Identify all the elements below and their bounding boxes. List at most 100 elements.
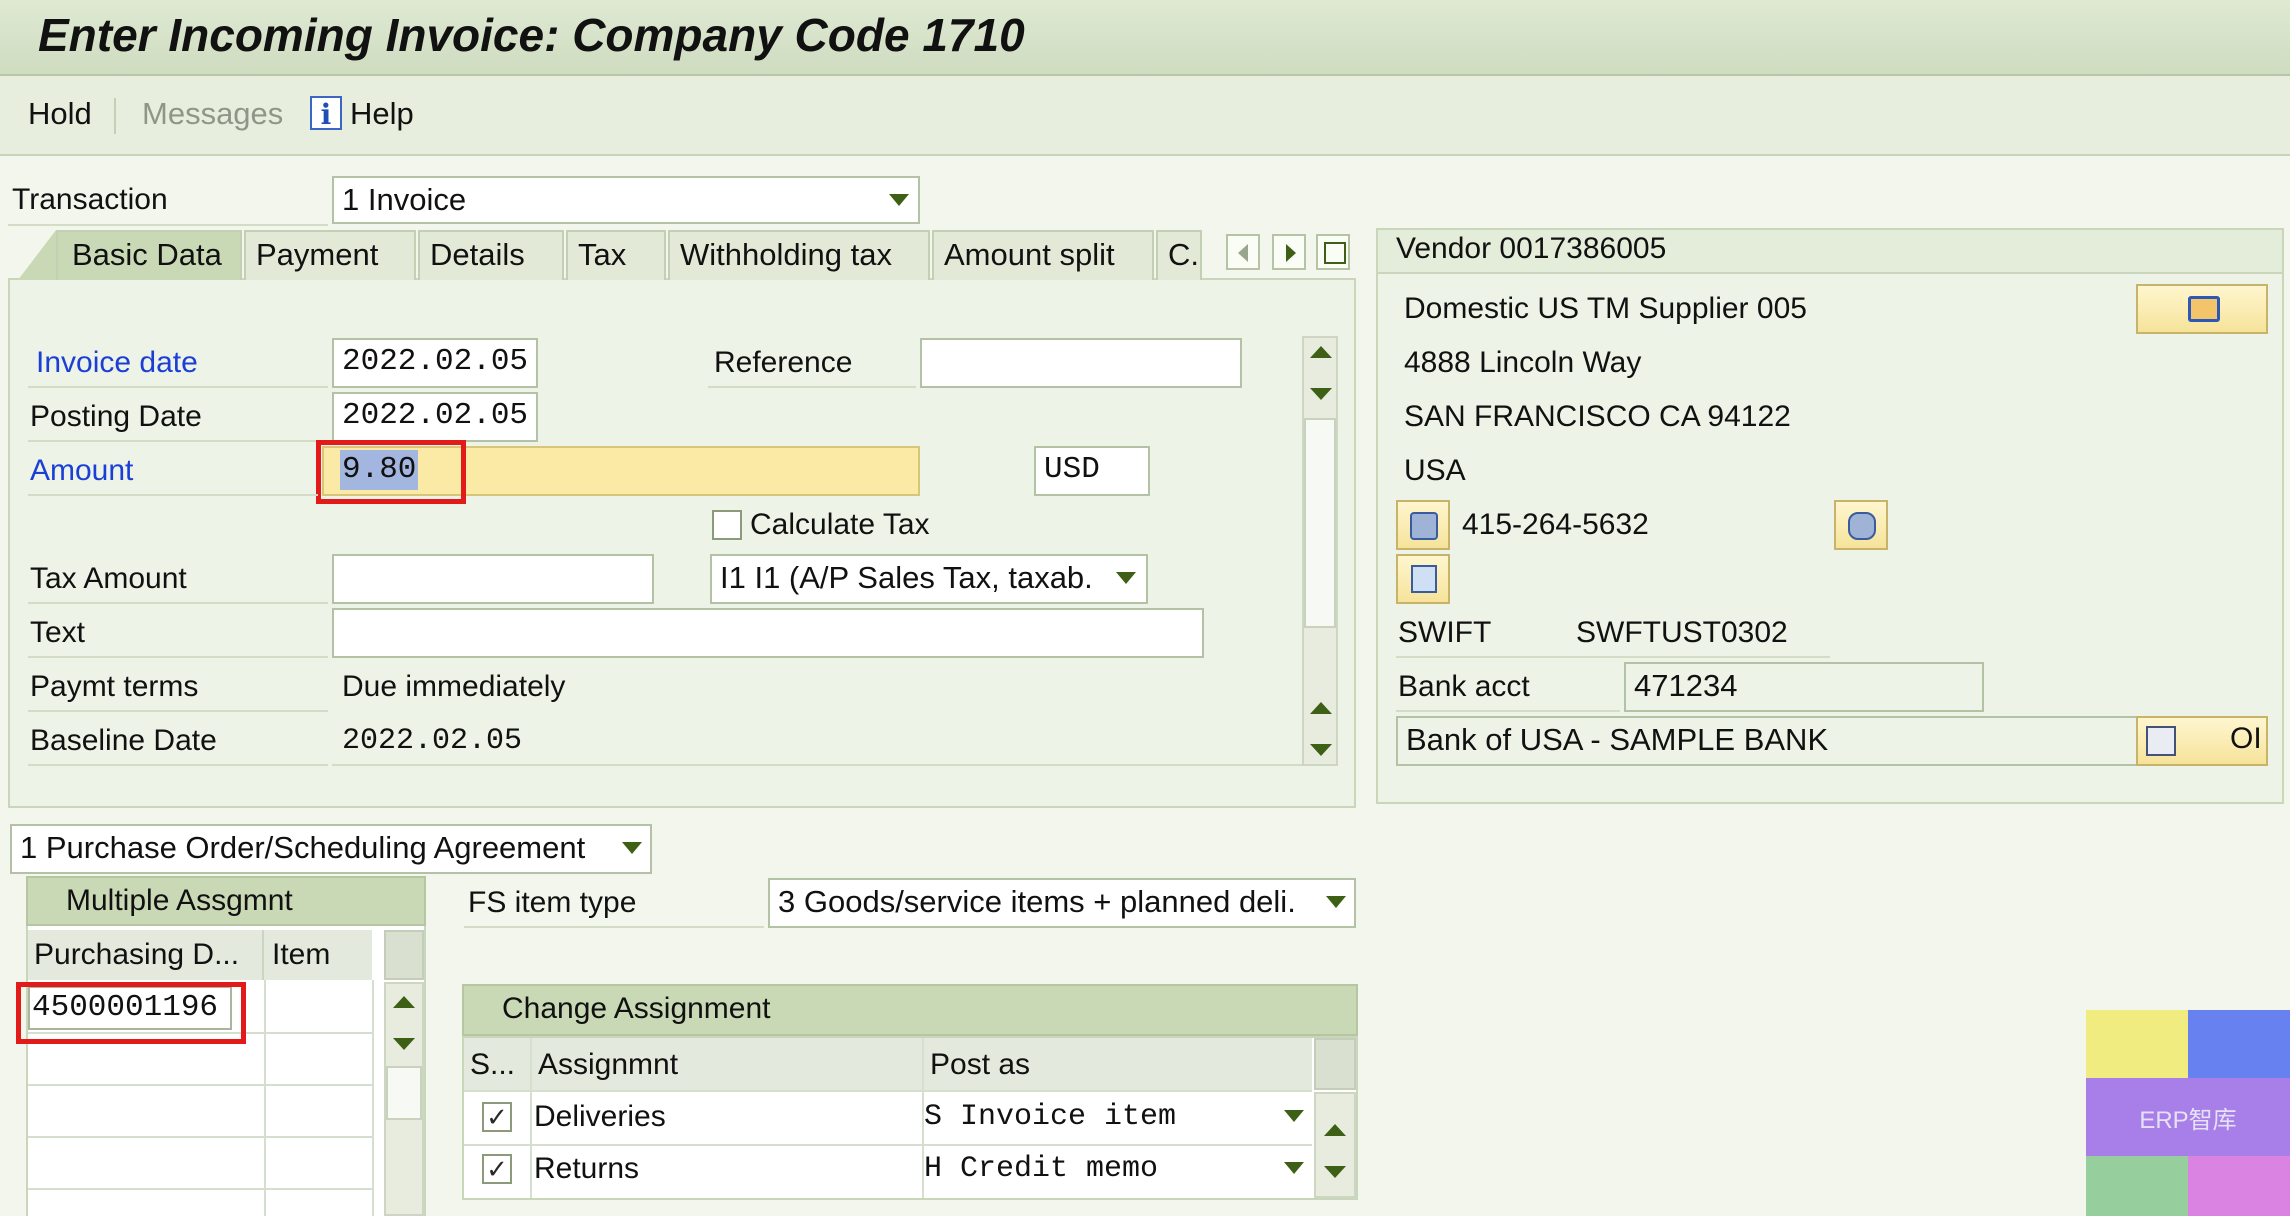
watermark-text: ERP智库 [2139,1107,2237,1134]
table-settings-button[interactable] [1314,1038,1356,1090]
tab-basic-data[interactable]: Basic Data [56,230,242,280]
messages-button[interactable]: Messages [142,96,283,132]
chevron-down-icon[interactable] [622,842,642,854]
grid-line [372,980,374,1216]
vendor-country: USA [1404,454,1466,487]
vendor-master-button[interactable] [2136,284,2268,334]
info-icon[interactable]: i [310,96,342,131]
col-assignment[interactable]: Assignmnt [538,1048,678,1082]
invoice-date-label: Invoice date [36,346,198,379]
scroll-up-icon[interactable] [1324,1124,1346,1136]
scroll-down-icon[interactable] [393,1038,415,1050]
col-post-as[interactable]: Post as [930,1048,1030,1082]
vendor-phone: 415-264-5632 [1462,508,1649,541]
divider [708,386,916,388]
chevron-down-icon[interactable] [1284,1110,1304,1122]
tax-code-select[interactable]: I1 I1 (A/P Sales Tax, taxab. [710,554,1148,604]
chevron-down-icon[interactable] [889,194,909,206]
deliveries-checkbox[interactable]: ✓ [482,1102,512,1132]
chevron-down-icon[interactable] [1326,896,1346,908]
divider [1396,656,1830,658]
bank-name-field[interactable]: Bank of USA - SAMPLE BANK [1396,716,2138,766]
divider [464,926,764,928]
chevron-down-icon[interactable] [1284,1162,1304,1174]
scrollbar-thumb[interactable] [386,1066,422,1120]
tab-more[interactable]: C. [1156,230,1202,280]
col-status[interactable]: S... [470,1048,515,1082]
assignment-deliveries: Deliveries [534,1100,666,1133]
assignment-returns: Returns [534,1152,640,1185]
change-assignment-header: Change Assignment [462,984,1358,1036]
invoice-date-field[interactable]: 2022.02.05 [332,338,538,388]
logo-tile [2086,1010,2188,1078]
reference-doc-select[interactable]: 1 Purchase Order/Scheduling Agreement [10,824,652,874]
chevron-down-icon[interactable] [1116,572,1136,584]
transaction-label: Transaction [12,183,168,216]
transaction-select[interactable]: 1 Invoice [332,176,920,224]
vendor-master-icon [2188,296,2220,322]
col-purchasing-doc[interactable]: Purchasing D... [34,938,239,972]
bank-acct-field[interactable]: 471234 [1624,662,1984,712]
call-button[interactable] [1834,500,1888,550]
currency-field[interactable]: USD [1034,446,1150,496]
scroll-up-icon[interactable] [393,996,415,1008]
amount-label: Amount [30,454,134,487]
vendor-header: Vendor 0017386005 [1396,232,1667,265]
help-button[interactable]: Help [350,96,414,132]
reference-field[interactable] [920,338,1242,388]
grid-line [28,1136,372,1138]
vertical-scrollbar[interactable] [1314,1092,1356,1198]
hold-button[interactable]: Hold [28,96,92,132]
bank-details-button[interactable] [1396,554,1450,604]
tab-corner [18,230,56,280]
tab-payment[interactable]: Payment [244,230,416,280]
scroll-down-icon[interactable] [1324,1166,1346,1178]
tab-scroll-right-button[interactable] [1272,234,1306,270]
divider [28,656,328,658]
title-bar: Enter Incoming Invoice: Company Code 171… [0,0,2290,76]
calculate-tax-checkbox[interactable] [712,510,742,540]
multiple-assignment-header: Multiple Assgmnt [26,876,426,926]
highlight-box [316,440,466,504]
fax-icon [1848,512,1876,540]
grid-line [464,1144,1312,1146]
table-settings-button[interactable] [384,930,424,980]
swift-label: SWIFT [1398,616,1492,649]
scroll-up-icon[interactable] [1310,702,1332,714]
logo-tile [2188,1010,2290,1078]
posting-date-field[interactable]: 2022.02.05 [332,392,538,442]
vendor-street: 4888 Lincoln Way [1404,346,1642,379]
scroll-up-icon[interactable] [1310,346,1332,358]
chevron-left-icon [1238,244,1248,262]
col-item[interactable]: Item [272,938,330,972]
logo-tile [2086,1156,2188,1216]
scrollbar-thumb[interactable] [1304,418,1336,628]
toolbar-separator [114,98,116,134]
post-as-returns[interactable]: H Credit memo [924,1152,1158,1186]
scroll-down-icon[interactable] [1310,388,1332,400]
swift-value: SWFTUST0302 [1576,616,1788,649]
text-label: Text [30,616,86,649]
tax-amount-label: Tax Amount [30,562,187,595]
tab-tax[interactable]: Tax [566,230,666,280]
open-items-button[interactable]: OI [2136,716,2268,766]
phone-button[interactable] [1396,500,1450,550]
highlight-box [16,982,246,1044]
tax-amount-field[interactable] [332,554,654,604]
tab-withholding-tax[interactable]: Withholding tax [668,230,930,280]
text-field[interactable] [332,608,1204,658]
fs-item-type-select[interactable]: 3 Goods/service items + planned deli. [768,878,1356,928]
returns-checkbox[interactable]: ✓ [482,1154,512,1184]
table-icon [2146,726,2176,756]
scroll-down-icon[interactable] [1310,744,1332,756]
post-as-deliveries[interactable]: S Invoice item [924,1100,1176,1134]
tab-amount-split[interactable]: Amount split [932,230,1154,280]
reference-label: Reference [714,346,853,379]
phone-icon [1410,512,1438,540]
divider [28,710,328,712]
tab-list-button[interactable] [1316,234,1350,270]
divider [28,494,318,496]
tab-scroll-left-button[interactable] [1226,234,1260,270]
tab-details[interactable]: Details [418,230,564,280]
paymt-terms-value: Due immediately [342,670,566,703]
